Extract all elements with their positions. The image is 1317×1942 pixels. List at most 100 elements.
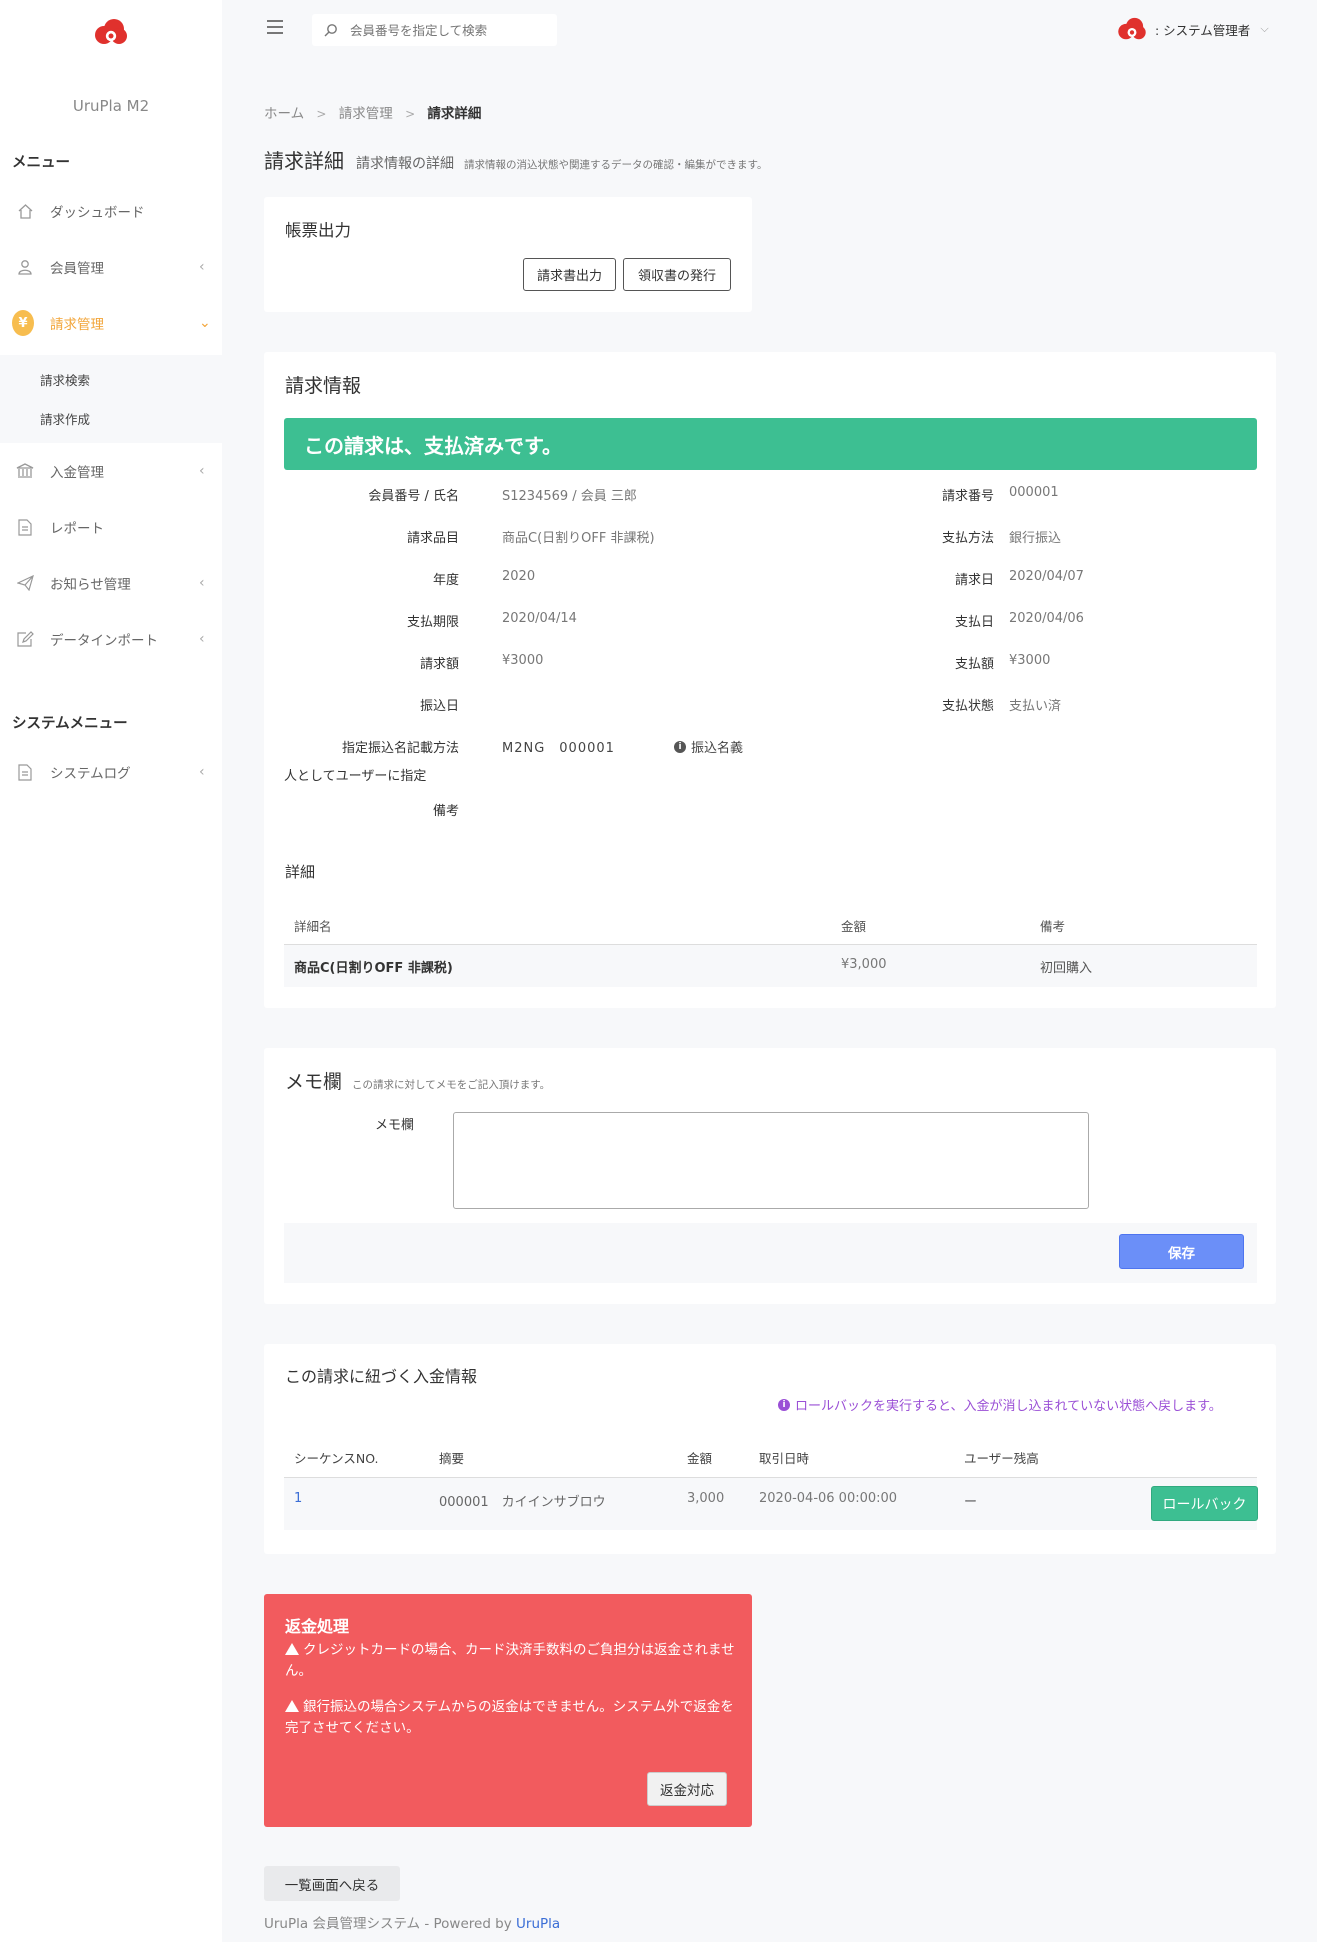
warning-icon — [285, 1643, 299, 1655]
home-icon — [16, 202, 34, 220]
chevron-down-icon: ⌵ — [1260, 22, 1269, 35]
sidebar-item-label: データインポート — [50, 633, 158, 649]
details-table: 詳細名 金額 備考 商品C(日割りOFF 非課税) ¥3,000 初回購入 — [284, 352, 1257, 1008]
sidebar-item-dashboard[interactable]: ダッシュボード — [0, 191, 222, 231]
memo-header: メモ欄 この請求に対してメモをご記入頂けます。 — [285, 1067, 550, 1094]
yen-icon: ¥ — [12, 310, 34, 336]
user-menu[interactable]: : システム管理者 ⌵ — [1117, 14, 1269, 44]
menu-toggle-icon[interactable] — [267, 20, 283, 34]
page-header: 請求詳細 請求情報の詳細 請求情報の消込状態や関連するデータの確認・編集ができま… — [264, 145, 767, 174]
save-button[interactable]: 保存 — [1119, 1234, 1244, 1269]
payments-cell-balance: ー — [964, 1495, 978, 1510]
forms-card-title: 帳票出力 — [285, 221, 351, 240]
memo-textarea[interactable] — [453, 1112, 1089, 1209]
footer-brand-link[interactable]: UruPla — [516, 1916, 560, 1932]
breadcrumb-billing[interactable]: 請求管理 — [339, 106, 393, 122]
chevron-left-icon: ‹ — [199, 764, 205, 780]
refund-warning-credit: クレジットカードの場合、カード決済手数料のご負担分は返金されません。 — [285, 1640, 740, 1682]
page-title: 請求詳細 — [264, 149, 344, 173]
payments-header-seq: シーケンスNO. — [294, 1451, 379, 1466]
details-header-name: 詳細名 — [294, 919, 332, 934]
chevron-left-icon: ‹ — [199, 463, 205, 479]
invoice-output-button[interactable]: 請求書出力 — [523, 258, 616, 291]
sidebar-item-label: 入金管理 — [50, 465, 104, 481]
payments-cell-amount: 3,000 — [687, 1491, 725, 1506]
payments-table: シーケンスNO. 摘要 金額 取引日時 ユーザー残高 1 000001 カイイン… — [284, 1344, 1257, 1554]
table-row: 1 000001 カイインサブロウ 3,000 2020-04-06 00:00… — [284, 1478, 1257, 1530]
breadcrumb: ホーム > 請求管理 > 請求詳細 — [264, 102, 481, 122]
payments-header-datetime: 取引日時 — [759, 1451, 810, 1466]
memo-description: この請求に対してメモをご記入頂けます。 — [352, 1079, 551, 1091]
sidebar-item-label: お知らせ管理 — [50, 577, 131, 593]
forms-card: 帳票出力 請求書出力 領収書の発行 — [264, 197, 752, 312]
memo-card: メモ欄 この請求に対してメモをご記入頂けます。 メモ欄 保存 — [264, 1048, 1276, 1304]
sidebar-item-payments[interactable]: 入金管理 ‹ — [0, 451, 222, 491]
payments-header-summary: 摘要 — [439, 1451, 465, 1466]
payments-cell-datetime: 2020-04-06 00:00:00 — [759, 1491, 898, 1506]
breadcrumb-separator: > — [316, 107, 327, 121]
rollback-button[interactable]: ロールバック — [1151, 1486, 1258, 1521]
billing-submenu: 請求検索 請求作成 — [0, 355, 222, 443]
footer: UruPla 会員管理システム - Powered by UruPla — [264, 1912, 560, 1932]
system-menu-title: システムメニュー — [12, 716, 128, 732]
payments-card: この請求に紐づく入金情報 i ロールバックを実行すると、入金が消し込まれていない… — [264, 1344, 1276, 1554]
receipt-issue-button[interactable]: 領収書の発行 — [623, 258, 731, 291]
sidebar-item-label: レポート — [50, 521, 104, 537]
breadcrumb-separator: > — [405, 107, 416, 121]
chevron-down-icon: ⌄ — [199, 315, 211, 331]
sidebar: UruPla M2 メニュー ダッシュボード 会員管理 ‹ ¥ 請求管理 ⌄ 請… — [0, 0, 222, 1942]
details-cell-remarks: 初回購入 — [1040, 961, 1093, 976]
refund-warning-credit-text: クレジットカードの場合、カード決済手数料のご負担分は返金されません。 — [285, 1642, 735, 1679]
sidebar-item-label: 会員管理 — [50, 261, 104, 277]
details-header-amount: 金額 — [841, 919, 867, 934]
sidebar-item-label: システムログ — [50, 766, 131, 782]
brand-logo-icon[interactable] — [94, 18, 128, 46]
details-header-remarks: 備考 — [1040, 919, 1066, 934]
breadcrumb-home[interactable]: ホーム — [264, 106, 304, 122]
footer-text: UruPla 会員管理システム - Powered by — [264, 1916, 512, 1932]
chevron-left-icon: ‹ — [199, 575, 205, 591]
refund-warning-bank-text: 銀行振込の場合システムからの返金はできません。システム外で返金を完了させてくださ… — [285, 1699, 734, 1736]
topbar: : システム管理者 ⌵ — [222, 0, 1317, 58]
search-box — [312, 14, 557, 46]
refund-button[interactable]: 返金対応 — [647, 1772, 727, 1806]
search-icon — [324, 24, 337, 37]
refund-warning-bank: 銀行振込の場合システムからの返金はできません。システム外で返金を完了させてくださ… — [285, 1697, 740, 1739]
menu-title: メニュー — [12, 155, 70, 171]
page-subtitle: 請求情報の詳細 — [356, 156, 454, 172]
document-icon — [16, 518, 34, 536]
table-row: 商品C(日割りOFF 非課税) ¥3,000 初回購入 — [284, 945, 1257, 987]
sidebar-subitem-billing-search[interactable]: 請求検索 — [40, 370, 90, 389]
sidebar-item-label: ダッシュボード — [50, 205, 145, 221]
memo-footer: 保存 — [284, 1223, 1257, 1283]
chevron-left-icon: ‹ — [199, 631, 205, 647]
brand-name: UruPla M2 — [72, 97, 150, 115]
search-input[interactable] — [350, 20, 550, 40]
breadcrumb-current: 請求詳細 — [427, 106, 482, 122]
page-description: 請求情報の消込状態や関連するデータの確認・編集ができます。 — [464, 159, 768, 171]
send-icon — [16, 574, 34, 592]
memo-title: メモ欄 — [285, 1071, 343, 1093]
sidebar-item-data-import[interactable]: データインポート ‹ — [0, 619, 222, 659]
sidebar-item-members[interactable]: 会員管理 ‹ — [0, 247, 222, 287]
payments-cell-seq[interactable]: 1 — [294, 1491, 302, 1506]
warning-icon — [285, 1700, 299, 1712]
bank-icon — [16, 462, 34, 480]
sidebar-item-system-log[interactable]: システムログ ‹ — [0, 752, 222, 792]
payments-header-amount: 金額 — [687, 1451, 713, 1466]
refund-title: 返金処理 — [285, 1617, 350, 1636]
chevron-left-icon: ‹ — [199, 259, 205, 275]
user-avatar-icon — [1118, 17, 1146, 40]
payments-header-balance: ユーザー残高 — [964, 1451, 1039, 1466]
sidebar-item-report[interactable]: レポート — [0, 507, 222, 547]
details-cell-amount: ¥3,000 — [841, 957, 887, 972]
document-icon — [16, 763, 34, 781]
details-cell-name: 商品C(日割りOFF 非課税) — [294, 961, 453, 976]
sidebar-item-news[interactable]: お知らせ管理 ‹ — [0, 563, 222, 603]
sidebar-item-billing[interactable]: ¥ 請求管理 ⌄ — [0, 303, 222, 343]
user-name: : システム管理者 — [1155, 22, 1251, 38]
sidebar-item-label: 請求管理 — [50, 317, 104, 333]
sidebar-subitem-billing-create[interactable]: 請求作成 — [40, 409, 90, 428]
back-to-list-button[interactable]: 一覧画面へ戻る — [264, 1866, 400, 1901]
user-icon — [16, 258, 34, 276]
